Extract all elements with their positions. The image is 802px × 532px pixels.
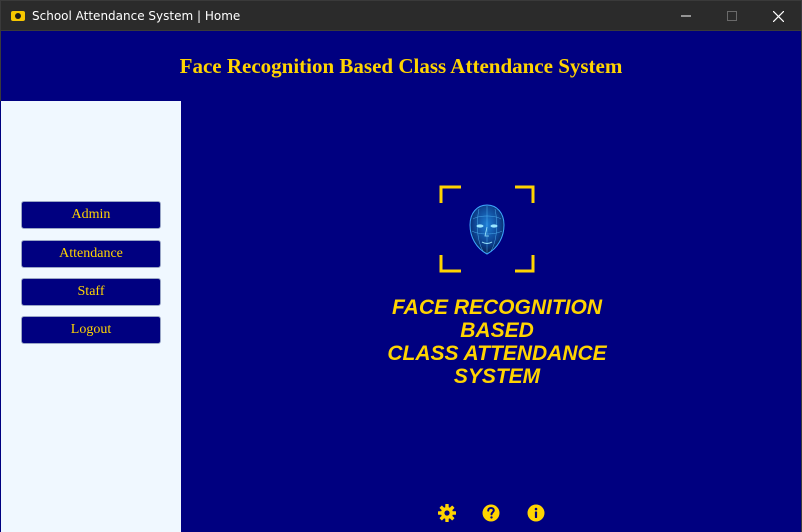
logo-line: SYSTEM (453, 365, 541, 388)
close-icon (772, 10, 784, 22)
main-content: FACE RECOGNITION BASED CLASS ATTENDANCE … (181, 101, 801, 532)
sidebar-item-attendance[interactable]: Attendance (21, 240, 161, 268)
window-title-bar: School Attendance System | Home (0, 0, 802, 31)
close-button[interactable] (755, 1, 801, 31)
window-controls (663, 1, 801, 31)
app-header: Face Recognition Based Class Attendance … (0, 31, 802, 101)
logo-line: BASED (460, 319, 534, 342)
minimize-icon (681, 15, 691, 17)
logo-caption: FACE RECOGNITION BASED CLASS ATTENDANCE … (331, 296, 663, 388)
logo-line: CLASS ATTENDANCE (387, 342, 607, 365)
face-scan-icon (439, 185, 535, 273)
maximize-icon (727, 11, 737, 21)
settings-gear-icon[interactable] (437, 503, 457, 523)
sidebar-item-admin[interactable]: Admin (21, 201, 161, 229)
logo-line: FACE RECOGNITION (391, 296, 602, 319)
window-title: School Attendance System | Home (32, 8, 241, 23)
page-title: Face Recognition Based Class Attendance … (179, 53, 623, 78)
sidebar: Admin Attendance Staff Logout (1, 101, 181, 532)
help-question-icon[interactable] (481, 503, 501, 523)
footer-toolbar (181, 503, 801, 525)
minimize-button[interactable] (663, 1, 709, 31)
sidebar-item-logout[interactable]: Logout (21, 316, 161, 344)
maximize-button[interactable] (709, 1, 755, 31)
app-camera-icon (11, 10, 25, 21)
info-icon[interactable] (526, 503, 546, 523)
sidebar-item-staff[interactable]: Staff (21, 278, 161, 306)
